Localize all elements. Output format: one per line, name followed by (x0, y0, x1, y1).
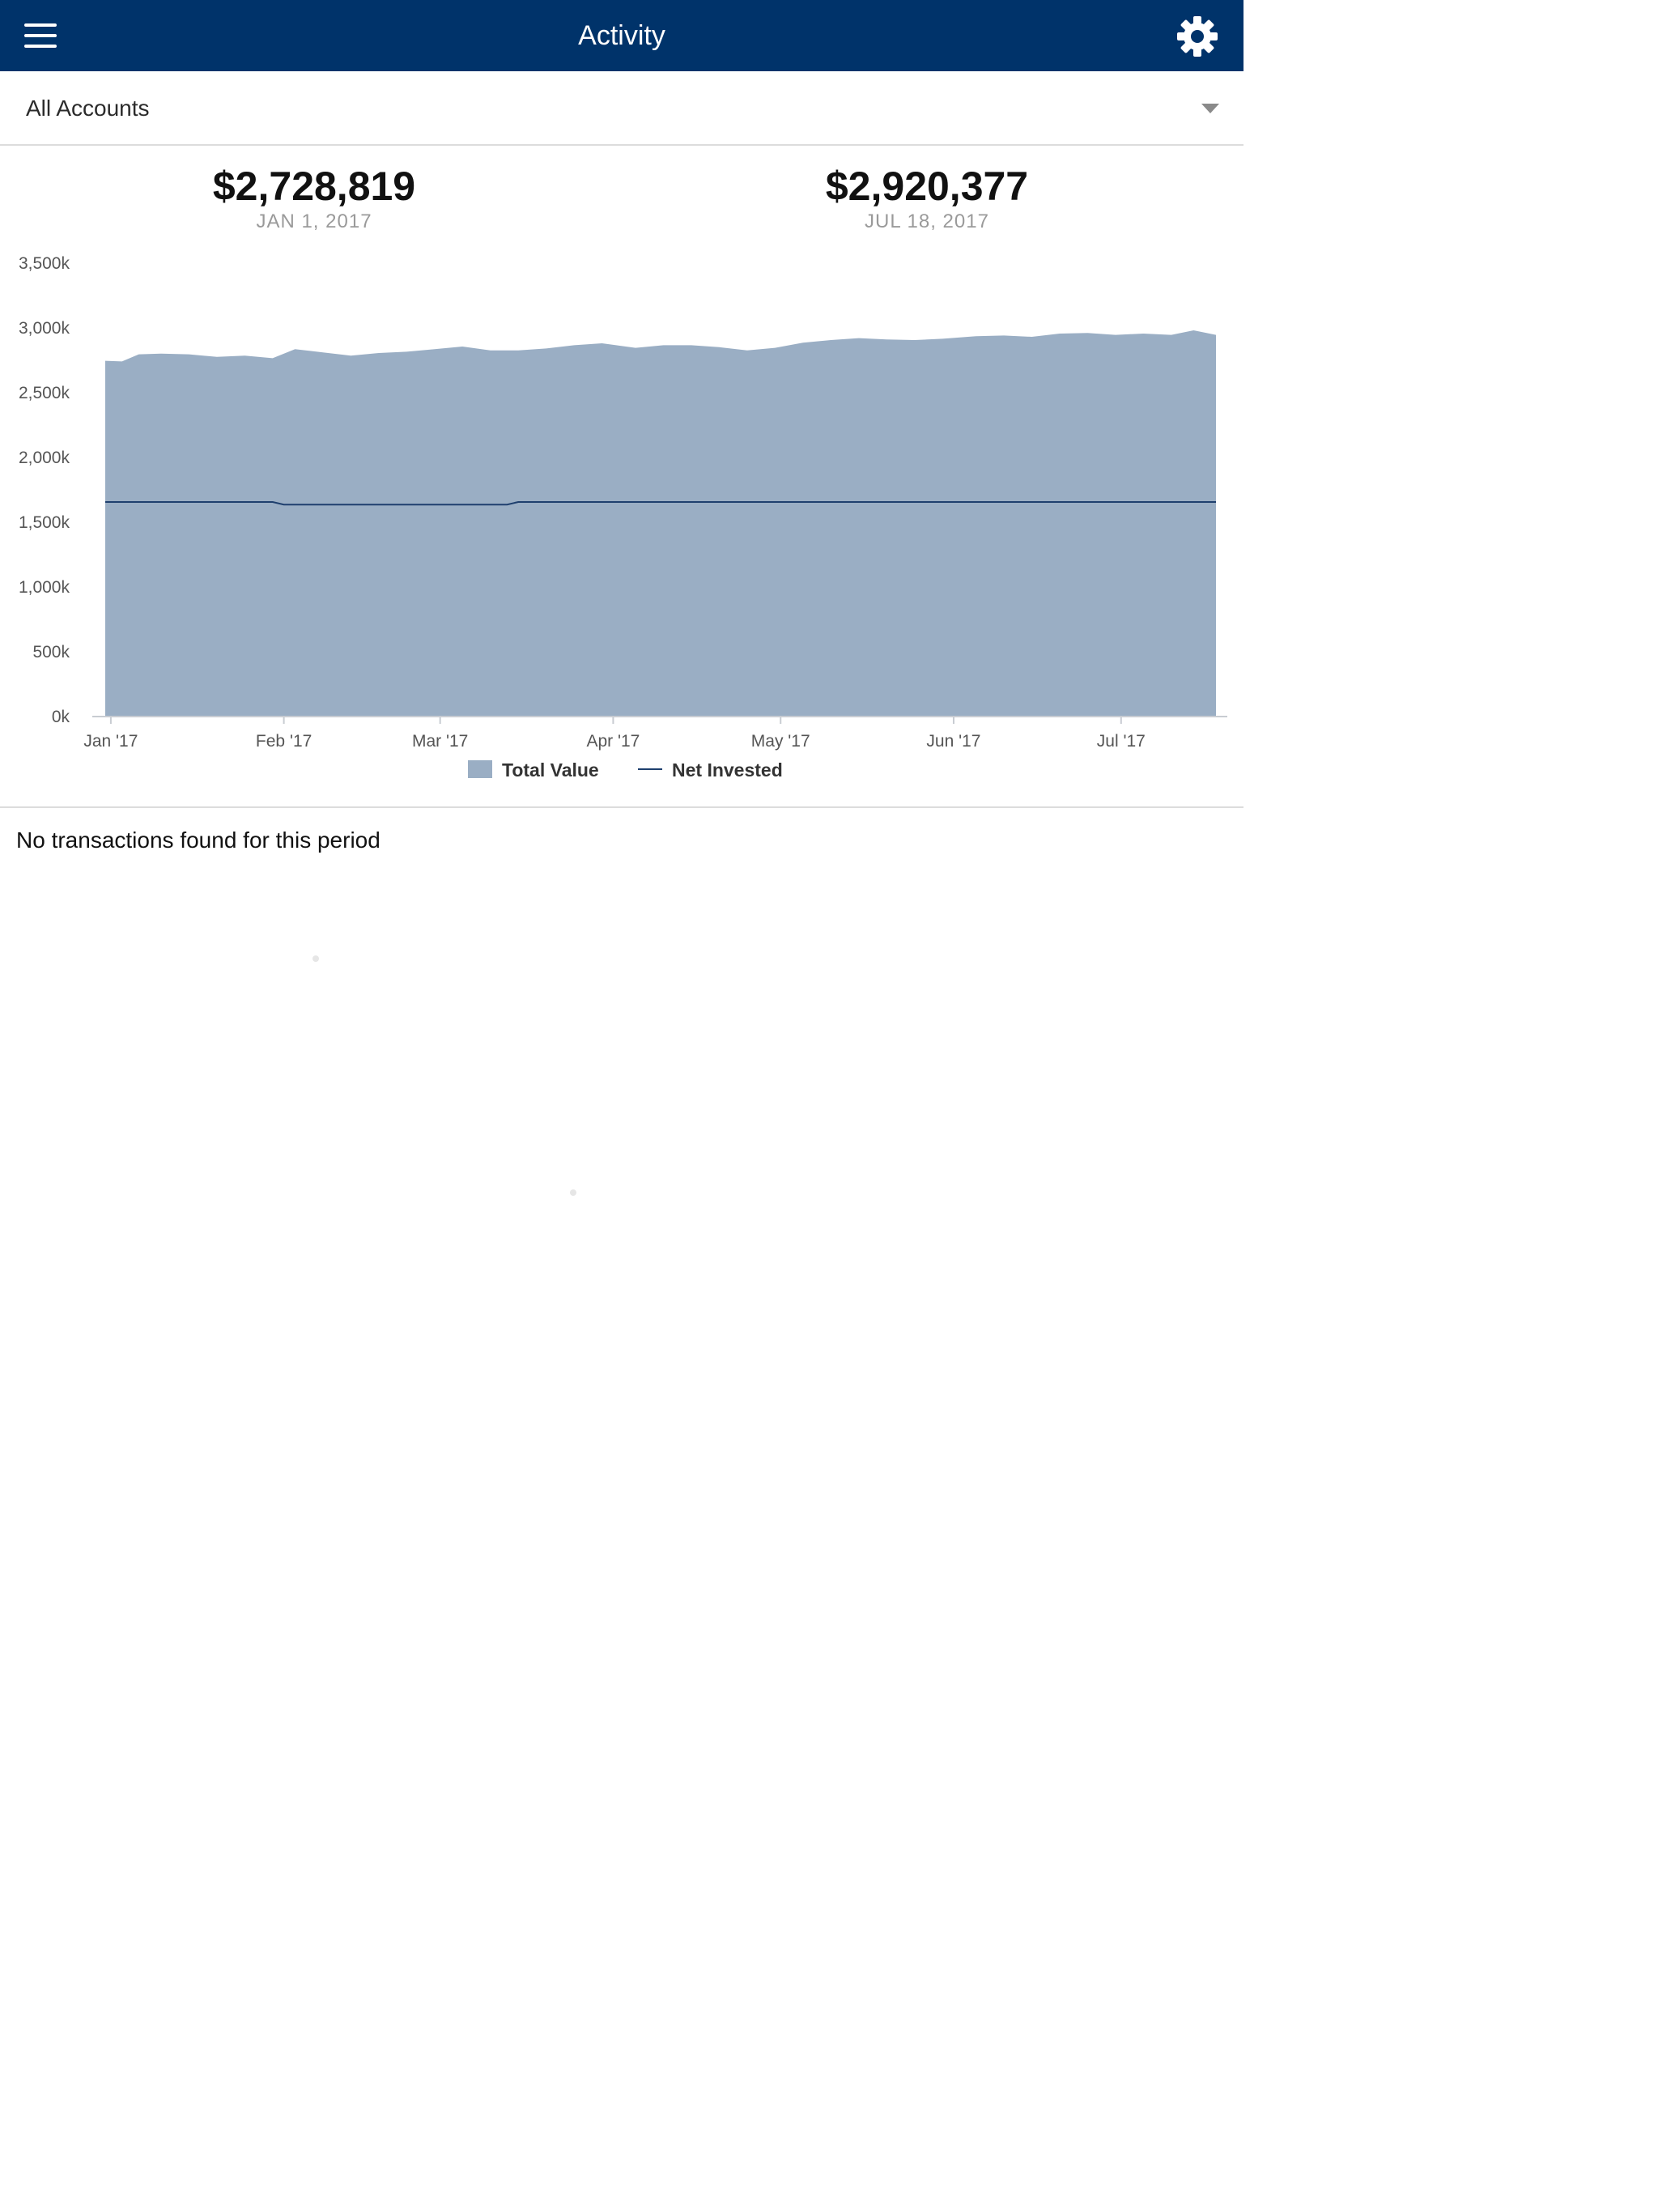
x-axis-ticks: Jan '17 Feb '17 Mar '17 Apr '17 May '17 Jun '… (83, 717, 1146, 751)
loading-dot (570, 1189, 576, 1196)
start-value-summary: $2,728,819 JAN 1, 2017 (112, 162, 517, 233)
chart-legend: Total Value Net Invested (468, 759, 783, 781)
section-divider (0, 806, 1244, 808)
start-date: JAN 1, 2017 (256, 211, 372, 232)
legend-swatch-total-value (468, 760, 492, 778)
legend-label-net-invested: Net Invested (672, 759, 783, 781)
legend-label-total-value: Total Value (502, 759, 599, 781)
x-tick-label: Jun '17 (926, 732, 980, 751)
menu-line (24, 23, 57, 27)
end-total-amount: $2,920,377 (825, 164, 1029, 209)
app-screen: Activity All Accounts $2,728,819 JAN 1, … (0, 0, 1244, 2212)
y-tick-label: 2,500k (19, 384, 70, 402)
x-tick-label: May '17 (751, 732, 810, 751)
x-tick-label: Mar '17 (412, 732, 468, 751)
y-tick-label: 3,000k (19, 319, 70, 338)
gear-icon[interactable] (1175, 15, 1219, 58)
page-title: Activity (578, 20, 665, 51)
y-tick-label: 0k (52, 708, 70, 726)
x-tick-label: Feb '17 (256, 732, 312, 751)
end-date: JUL 18, 2017 (865, 211, 989, 232)
chevron-down-icon[interactable] (1201, 104, 1219, 113)
top-navigation-bar: Activity (0, 0, 1244, 71)
start-total-amount: $2,728,819 (212, 164, 416, 209)
empty-transactions-message: No transactions found for this period (16, 827, 380, 853)
activity-chart: 0k 500k 1,000k 1,500k 2,000k 2,500k 3,000k 3,50… (19, 254, 1227, 781)
x-tick-label: Jul '17 (1097, 732, 1146, 751)
y-tick-label: 3,500k (19, 254, 70, 273)
y-axis-labels: 0k 500k 1,000k 1,500k 2,000k 2,500k 3,000k 3,50… (19, 254, 70, 726)
hamburger-menu-icon[interactable] (23, 19, 60, 52)
y-tick-label: 1,000k (19, 578, 70, 597)
x-tick-label: Apr '17 (586, 732, 640, 751)
y-tick-label: 500k (32, 643, 70, 661)
loading-dot (312, 955, 319, 962)
total-value-area (105, 330, 1216, 716)
y-tick-label: 1,500k (19, 513, 70, 532)
end-value-summary: $2,920,377 JUL 18, 2017 (725, 162, 1129, 233)
menu-line (24, 34, 57, 37)
y-tick-label: 2,000k (19, 449, 70, 467)
account-selector-value: All Accounts (26, 96, 150, 121)
x-tick-label: Jan '17 (83, 732, 138, 751)
account-selector[interactable]: All Accounts (0, 71, 1244, 146)
menu-line (24, 45, 57, 48)
gear-icon-graphic (1177, 16, 1218, 57)
